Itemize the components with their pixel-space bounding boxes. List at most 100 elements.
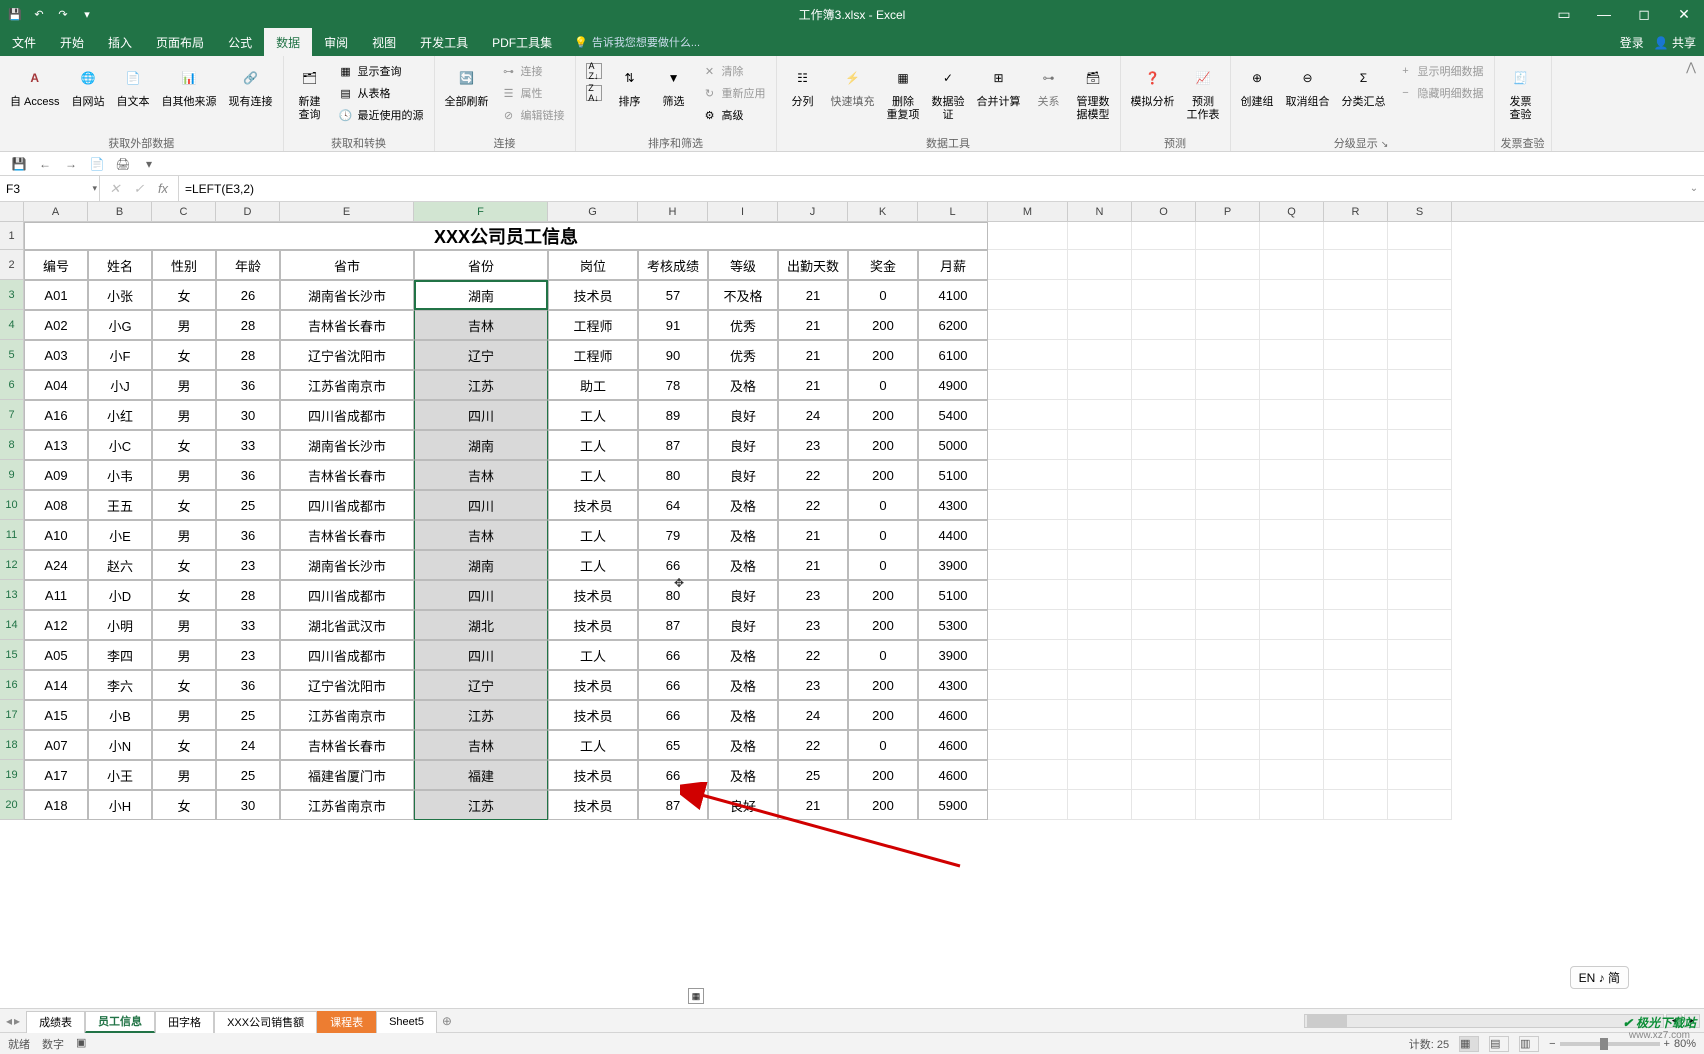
cell-O10[interactable] xyxy=(1132,490,1196,520)
cell-F18[interactable]: 吉林 xyxy=(414,730,548,760)
cell-D12[interactable]: 23 xyxy=(216,550,280,580)
name-box-input[interactable] xyxy=(6,182,93,196)
cell-C3[interactable]: 女 xyxy=(152,280,216,310)
cell-I20[interactable]: 良好 xyxy=(708,790,778,820)
cell-J20[interactable]: 21 xyxy=(778,790,848,820)
cell-N7[interactable] xyxy=(1068,400,1132,430)
cell-L19[interactable]: 4600 xyxy=(918,760,988,790)
cell-I12[interactable]: 及格 xyxy=(708,550,778,580)
cell-M15[interactable] xyxy=(988,640,1068,670)
cell-M3[interactable] xyxy=(988,280,1068,310)
cell-H10[interactable]: 64 xyxy=(638,490,708,520)
cell-K20[interactable]: 200 xyxy=(848,790,918,820)
cell-S11[interactable] xyxy=(1388,520,1452,550)
row-head-15[interactable]: 15 xyxy=(0,640,24,670)
sheet-tab-1[interactable]: 成绩表 xyxy=(26,1011,85,1033)
cell-D4[interactable]: 28 xyxy=(216,310,280,340)
cell-L2[interactable]: 月薪 xyxy=(918,250,988,280)
cell-Q20[interactable] xyxy=(1260,790,1324,820)
sheet-tab-3[interactable]: 田字格 xyxy=(155,1011,214,1033)
cell-N6[interactable] xyxy=(1068,370,1132,400)
cell-O19[interactable] xyxy=(1132,760,1196,790)
cell-K12[interactable]: 0 xyxy=(848,550,918,580)
cell-E4[interactable]: 吉林省长春市 xyxy=(280,310,414,340)
cell-G11[interactable]: 工人 xyxy=(548,520,638,550)
cell-C18[interactable]: 女 xyxy=(152,730,216,760)
row-head-1[interactable]: 1 xyxy=(0,222,24,250)
cell-S14[interactable] xyxy=(1388,610,1452,640)
cell-M17[interactable] xyxy=(988,700,1068,730)
collapse-ribbon-icon[interactable]: ⋀ xyxy=(1678,56,1704,151)
row-head-16[interactable]: 16 xyxy=(0,670,24,700)
cell-L12[interactable]: 3900 xyxy=(918,550,988,580)
cell-S15[interactable] xyxy=(1388,640,1452,670)
cell-I18[interactable]: 及格 xyxy=(708,730,778,760)
cell-G5[interactable]: 工程师 xyxy=(548,340,638,370)
cell-R7[interactable] xyxy=(1324,400,1388,430)
cell-C19[interactable]: 男 xyxy=(152,760,216,790)
row-head-5[interactable]: 5 xyxy=(0,340,24,370)
cell-H18[interactable]: 65 xyxy=(638,730,708,760)
properties-button[interactable]: ☰属性 xyxy=(497,82,569,104)
cell-A7[interactable]: A16 xyxy=(24,400,88,430)
row-head-10[interactable]: 10 xyxy=(0,490,24,520)
cell-R11[interactable] xyxy=(1324,520,1388,550)
chevron-down-icon[interactable]: ▾ xyxy=(92,183,97,194)
cell-J10[interactable]: 22 xyxy=(778,490,848,520)
cell-B10[interactable]: 王五 xyxy=(88,490,152,520)
cell-K18[interactable]: 0 xyxy=(848,730,918,760)
cell-H5[interactable]: 90 xyxy=(638,340,708,370)
cell-L16[interactable]: 4300 xyxy=(918,670,988,700)
existing-conn-button[interactable]: 🔗现有连接 xyxy=(225,60,277,111)
cell-G6[interactable]: 助工 xyxy=(548,370,638,400)
cell-G8[interactable]: 工人 xyxy=(548,430,638,460)
cell-A18[interactable]: A07 xyxy=(24,730,88,760)
cell-K16[interactable]: 200 xyxy=(848,670,918,700)
name-box[interactable]: ▾ xyxy=(0,176,100,201)
cell-A6[interactable]: A04 xyxy=(24,370,88,400)
cell-L14[interactable]: 5300 xyxy=(918,610,988,640)
cell-R16[interactable] xyxy=(1324,670,1388,700)
cell-H9[interactable]: 80 xyxy=(638,460,708,490)
sheet-tab-6[interactable]: Sheet5 xyxy=(376,1011,437,1033)
cell-P10[interactable] xyxy=(1196,490,1260,520)
cell-D8[interactable]: 33 xyxy=(216,430,280,460)
cell-O20[interactable] xyxy=(1132,790,1196,820)
sheet-tab-5[interactable]: 课程表 xyxy=(317,1011,376,1033)
save-icon[interactable]: 💾 xyxy=(6,5,24,23)
cell-Q3[interactable] xyxy=(1260,280,1324,310)
cell-S16[interactable] xyxy=(1388,670,1452,700)
col-head-J[interactable]: J xyxy=(778,202,848,221)
cell-H16[interactable]: 66 xyxy=(638,670,708,700)
sort-button[interactable]: ⇅排序 xyxy=(610,60,650,111)
group-button[interactable]: ⊕创建组 xyxy=(1237,60,1278,111)
reapply-button[interactable]: ↻重新应用 xyxy=(698,82,770,104)
row-head-3[interactable]: 3 xyxy=(0,280,24,310)
cell-N12[interactable] xyxy=(1068,550,1132,580)
cell-F6[interactable]: 江苏 xyxy=(414,370,548,400)
cell-P17[interactable] xyxy=(1196,700,1260,730)
cell-L5[interactable]: 6100 xyxy=(918,340,988,370)
sort-az-button[interactable]: AZ↓ xyxy=(582,60,606,82)
cell-B12[interactable]: 赵六 xyxy=(88,550,152,580)
cell-H15[interactable]: 66 xyxy=(638,640,708,670)
cell-N5[interactable] xyxy=(1068,340,1132,370)
cell-P11[interactable] xyxy=(1196,520,1260,550)
cell-D6[interactable]: 36 xyxy=(216,370,280,400)
cell-F13[interactable]: 四川 xyxy=(414,580,548,610)
row-headers[interactable]: 1234567891011121314151617181920 xyxy=(0,222,24,820)
cell-K11[interactable]: 0 xyxy=(848,520,918,550)
cell-G3[interactable]: 技术员 xyxy=(548,280,638,310)
cell-N2[interactable] xyxy=(1068,250,1132,280)
cell-H11[interactable]: 79 xyxy=(638,520,708,550)
cell-I13[interactable]: 良好 xyxy=(708,580,778,610)
cell-J7[interactable]: 24 xyxy=(778,400,848,430)
cell-E3[interactable]: 湖南省长沙市 xyxy=(280,280,414,310)
col-head-F[interactable]: F xyxy=(414,202,548,221)
cell-R6[interactable] xyxy=(1324,370,1388,400)
row-head-6[interactable]: 6 xyxy=(0,370,24,400)
col-head-G[interactable]: G xyxy=(548,202,638,221)
whatif-button[interactable]: ❓模拟分析 xyxy=(1127,60,1179,111)
cell-S10[interactable] xyxy=(1388,490,1452,520)
cell-C13[interactable]: 女 xyxy=(152,580,216,610)
